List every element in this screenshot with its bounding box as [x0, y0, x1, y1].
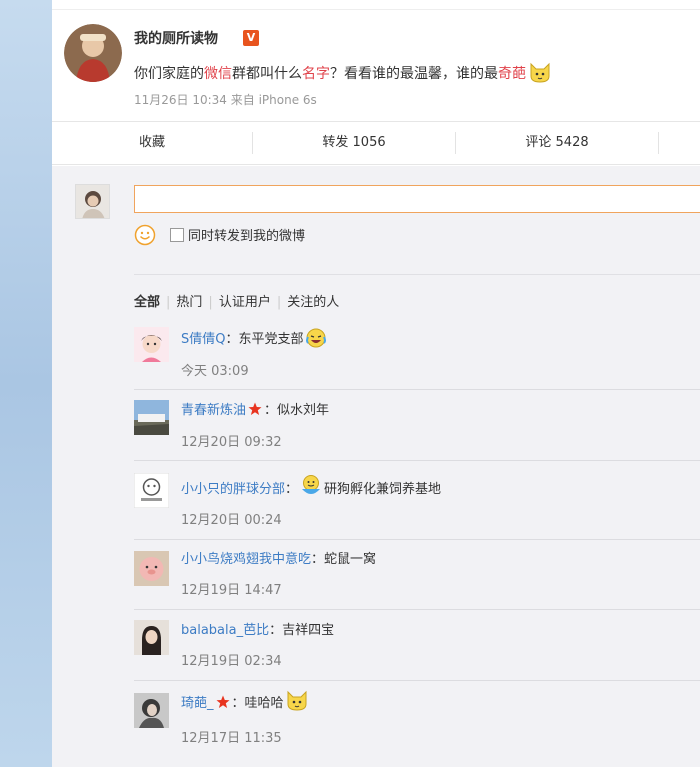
my-avatar	[75, 184, 110, 219]
post-text: 你们家庭的微信群都叫什么名字？看看谁的最温馨，谁的最奇葩	[134, 60, 552, 88]
post-text-part: ？看看谁的最温馨，谁的最	[330, 66, 498, 82]
comment-button[interactable]: 评论 5428	[456, 122, 658, 164]
comment-divider	[134, 539, 700, 540]
action-divider	[658, 132, 659, 154]
tab-separator: |	[208, 295, 213, 310]
tab-all[interactable]: 全部	[134, 295, 160, 310]
favorite-button[interactable]: 收藏	[52, 122, 252, 164]
commenter-name[interactable]: 青春新炼油	[181, 403, 246, 418]
commenter-avatar[interactable]	[134, 551, 169, 586]
comment-line: balabala_芭比：吉祥四宝	[181, 619, 334, 638]
repost-checkbox[interactable]	[170, 228, 184, 242]
repost-button[interactable]: 转发 1056	[253, 122, 455, 164]
commenter-name[interactable]: S倩倩Q	[181, 332, 226, 347]
commenter-avatar[interactable]	[134, 473, 169, 508]
tab-following[interactable]: 关注的人	[287, 295, 339, 310]
comment-text: 研狗孵化兼饲养基地	[324, 482, 442, 497]
comment-divider	[134, 680, 700, 681]
topic-link-name[interactable]: 名字	[302, 66, 330, 82]
laugh-cry-emoji-icon	[305, 328, 327, 352]
repost-checkbox-label[interactable]: 同时转发到我的微博	[188, 225, 305, 244]
commenter-avatar[interactable]	[134, 693, 169, 728]
comment-text: ：蛇鼠一窝	[311, 552, 377, 567]
weibo-post-card: 我的厕所读物 V 你们家庭的微信群都叫什么名字？看看谁的最温馨，谁的最奇葩 11…	[52, 0, 700, 767]
page-background	[0, 0, 52, 767]
post-text-part: 群都叫什么	[232, 66, 302, 82]
comment-text: ：东平党支部	[225, 332, 304, 347]
smile-bowl-emoji-icon	[299, 474, 323, 502]
post-text-part: 你们家庭的	[134, 66, 204, 82]
comment-line: 小小只的胖球分部： 研狗孵化兼饲养基地	[181, 474, 441, 502]
smiley-icon[interactable]	[134, 224, 156, 246]
comment-time: 12月19日 14:47	[181, 583, 282, 598]
commenter-name[interactable]: 琦葩_	[181, 696, 214, 711]
action-bar: 收藏 转发 1056 评论 5428	[52, 121, 700, 165]
commenter-avatar[interactable]	[134, 400, 169, 435]
comment-time: 今天 03:09	[181, 364, 249, 379]
tab-separator: |	[166, 295, 171, 310]
commenter-name[interactable]: balabala_芭比	[181, 623, 269, 638]
commenter-name[interactable]: 小小只的胖球分部	[181, 482, 285, 497]
tab-separator: |	[276, 295, 282, 310]
commenter-avatar[interactable]	[134, 620, 169, 655]
cat-emoji-icon	[528, 60, 552, 88]
section-divider	[134, 274, 700, 275]
comment-input[interactable]	[134, 185, 700, 213]
author-avatar[interactable]	[64, 24, 122, 82]
red-star-icon	[248, 402, 262, 420]
comment-time: 12月19日 02:34	[181, 654, 282, 669]
commenter-avatar[interactable]	[134, 327, 169, 362]
comment-divider	[134, 460, 700, 461]
topic-link-wechat[interactable]: 微信	[204, 66, 232, 82]
comment-line: 小小鸟烧鸡翅我中意吃：蛇鼠一窝	[181, 548, 376, 567]
comment-divider	[134, 609, 700, 610]
comment-time: 12月20日 00:24	[181, 513, 282, 528]
tab-hot[interactable]: 热门	[176, 295, 202, 310]
comment-section: 同时转发到我的微博 全部 | 热门 | 认证用户 | 关注的人 S倩倩Q：东平党支部 今天 …	[52, 166, 700, 767]
commenter-name[interactable]: 小小鸟烧鸡翅我中意吃	[181, 552, 311, 567]
tab-verified-users[interactable]: 认证用户	[219, 295, 271, 310]
cat-emoji-icon	[285, 688, 309, 716]
comment-divider	[134, 389, 700, 390]
verified-badge-icon: V	[243, 30, 259, 46]
comment-time: 12月17日 11:35	[181, 731, 282, 746]
red-star-icon	[216, 695, 230, 713]
comment-filter-tabs: 全部 | 热门 | 认证用户 | 关注的人	[134, 291, 339, 310]
comment-text: ：哇哈哈	[231, 696, 284, 711]
comment-text: ：吉祥四宝	[269, 623, 335, 638]
topic-link-weird[interactable]: 奇葩	[498, 66, 526, 82]
comment-text: ：似水刘年	[264, 403, 330, 418]
author-name[interactable]: 我的厕所读物	[134, 28, 218, 48]
comment-line: 琦葩_ ：哇哈哈	[181, 688, 310, 716]
post-meta: 11月26日 10:34 来自 iPhone 6s	[134, 93, 317, 107]
top-strip	[52, 0, 700, 10]
comment-time: 12月20日 09:32	[181, 435, 282, 450]
comment-line: S倩倩Q：东平党支部	[181, 328, 328, 352]
comment-line: 青春新炼油 ：似水刘年	[181, 399, 329, 420]
